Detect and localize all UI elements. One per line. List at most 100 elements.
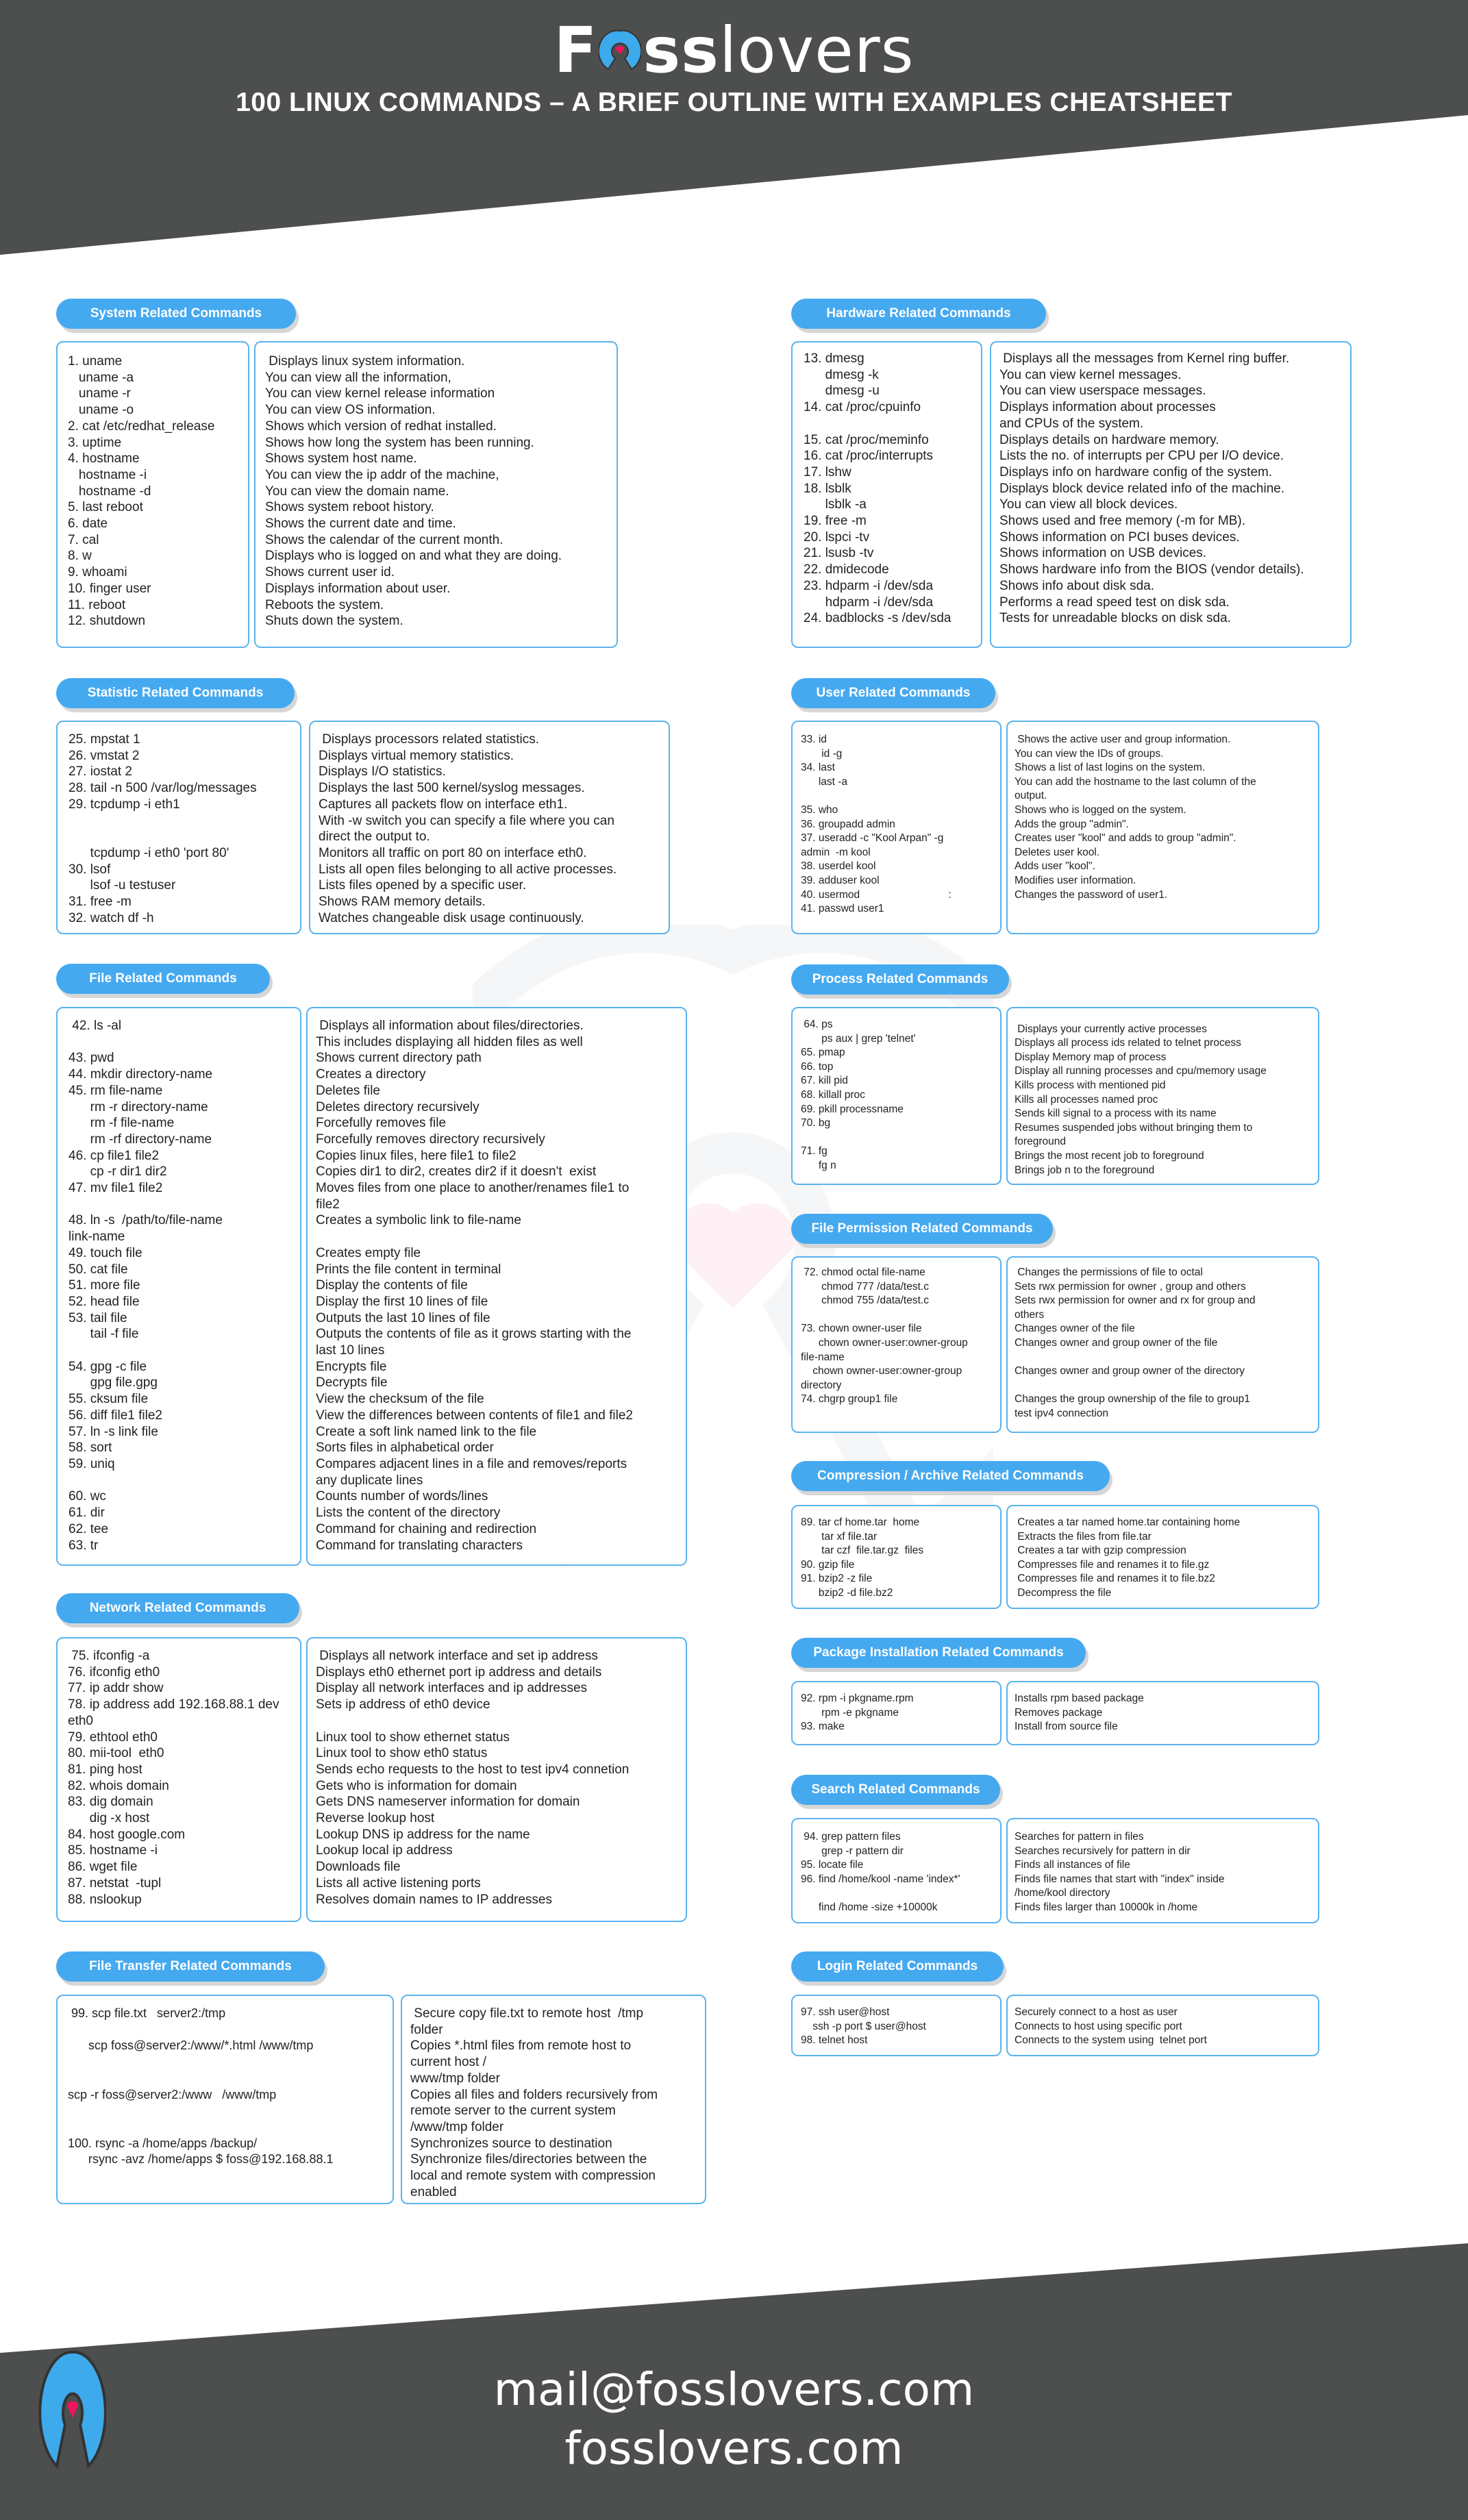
hardware-descriptions-box: Displays all the messages from Kernel ri… <box>990 341 1352 648</box>
command-line: 24. badblocks -s /dev/sda <box>804 611 951 626</box>
command-line: 85. hostname -i <box>68 1843 158 1858</box>
description-line: file2 <box>316 1197 340 1212</box>
command-line: ssh -p port $ user@host <box>801 2020 926 2032</box>
command-line: 43. pwd <box>69 1051 114 1066</box>
statistic-commands-box: 25. mpstat 1 26. vmstat 2 27. iostat 2 28. … <box>56 721 301 934</box>
description-line: Displays eth0 ethernet port ip address a… <box>316 1664 602 1680</box>
command-line: chmod 777 /data/test.c <box>801 1280 929 1293</box>
command-line: 58. sort <box>69 1440 112 1456</box>
command-line: uname -o <box>68 403 134 418</box>
command-line: eth0 <box>68 1713 93 1728</box>
command-line <box>68 2071 393 2087</box>
command-line: rm -rf directory-name <box>69 1132 212 1147</box>
command-line: 77. ip addr show <box>68 1681 164 1696</box>
search-commands-box: 94. grep pattern files grep -r pattern d… <box>791 1818 1002 1923</box>
description-line: Connects to the system using telnet port <box>1015 2034 1207 2047</box>
description-line: You can view kernel messages. <box>999 367 1182 382</box>
command-line: find /home -size +10000k <box>801 1901 938 1913</box>
description-line <box>1015 1351 1318 1365</box>
description-line: Adds user "kool". <box>1015 860 1095 873</box>
description-line: Moves files from one place to another/re… <box>316 1181 630 1196</box>
command-line: 81. ping host <box>68 1762 142 1777</box>
description-line: Prints the file content in terminal <box>316 1262 501 1277</box>
description-line: Shows hardware info from the BIOS (vendo… <box>999 562 1304 577</box>
description-line: You can view all block devices. <box>999 497 1178 512</box>
command-line: 52. head file <box>69 1294 140 1309</box>
file-commands-box: 42. ls -al 43. pwd 44. mkdir directory-na… <box>56 1007 301 1566</box>
command-line: chmod 755 /data/test.c <box>801 1295 929 1307</box>
command-line: 41. passwd user1 <box>801 903 884 915</box>
command-line: 47. mv file1 file2 <box>69 1181 163 1196</box>
network-descriptions-box: Displays all network interface and set i… <box>306 1637 687 1922</box>
section-header-process: Process Related Commands <box>791 964 1009 995</box>
command-line: admin -m kool <box>801 846 871 858</box>
description-line: Decompress the file <box>1015 1586 1112 1599</box>
description-line: Outputs the contents of file as it grows… <box>316 1327 632 1342</box>
description-line: Changes the password of user1. <box>1015 888 1168 901</box>
command-line: 30. lsof <box>69 862 111 877</box>
permission-commands-box: 72. chmod octal file-name chmod 777 /dat… <box>791 1256 1002 1433</box>
command-line: 18. lsblk <box>804 481 851 496</box>
section-header-user: User Related Commands <box>791 678 995 708</box>
website-link[interactable]: fosslovers.com <box>0 2422 1468 2475</box>
description-line: Displays the last 500 kernel/syslog mess… <box>319 781 585 796</box>
command-line: id -g <box>801 747 843 760</box>
description-line: Sends kill signal to a process with its … <box>1015 1108 1217 1120</box>
command-line: 63. tr <box>69 1538 99 1553</box>
command-line: 84. host google.com <box>68 1827 186 1842</box>
compression-descriptions-box: Creates a tar named home.tar containing … <box>1006 1505 1319 1609</box>
description-line: Compresses file and renames it to file.g… <box>1015 1558 1210 1571</box>
description-line: Shows who is logged on the system. <box>1015 803 1186 816</box>
command-line: 100. rsync -a /home/apps /backup/ <box>68 2136 258 2150</box>
process-commands-box: 64. ps ps aux | grep 'telnet' 65. pmap 66.… <box>791 1007 1002 1185</box>
command-line: grep -r pattern dir <box>801 1845 904 1857</box>
command-line: uname -a <box>68 370 134 385</box>
command-line: tar xf file.tar <box>801 1530 878 1543</box>
description-line: Synchronizes source to destination <box>410 2136 612 2151</box>
description-line: Displays information about user. <box>265 581 451 596</box>
description-line: Extracts the files from file.tar <box>1015 1530 1152 1543</box>
command-line: scp -r foss@server2:/www /www/tmp <box>68 2087 277 2101</box>
description-line: Shows info about disk sda. <box>999 578 1155 593</box>
command-line: 78. ip address add 192.168.88.1 dev <box>68 1697 279 1712</box>
command-line: gpg file.gpg <box>69 1375 158 1390</box>
description-line: Changes owner and group owner of the dir… <box>1015 1365 1245 1377</box>
description-line: direct the output to. <box>319 829 430 845</box>
system-commands-box: 1. uname uname -a uname -r uname -o 2. ca… <box>56 341 249 648</box>
command-line: 62. tee <box>69 1521 109 1536</box>
description-line: Displays info on hardware config of the … <box>999 464 1273 479</box>
description-line: Lookup local ip address <box>316 1843 453 1858</box>
description-line: Shows system reboot history. <box>265 500 434 515</box>
description-line: Linux tool to show eth0 status <box>316 1746 488 1761</box>
description-line: Shows how long the system has been runni… <box>265 435 534 450</box>
command-line: uname -r <box>68 386 131 401</box>
command-line: 73. chown owner-user file <box>801 1323 922 1335</box>
description-line: Connects to host using specific port <box>1015 2020 1182 2032</box>
description-line: Displays who is logged on and what they … <box>265 549 562 564</box>
description-line: Shows information on PCI buses devices. <box>999 529 1240 545</box>
command-line: 97. ssh user@host <box>801 2006 890 2018</box>
description-line: folder <box>410 2022 443 2037</box>
command-line <box>68 2103 393 2119</box>
section-header-file: File Related Commands <box>56 964 270 994</box>
description-line: output. <box>1015 790 1047 802</box>
command-line: 2. cat /etc/redhat_release <box>68 419 215 434</box>
command-line: 55. cksum file <box>69 1392 149 1407</box>
command-line: last -a <box>801 775 848 788</box>
description-line <box>1015 1379 1318 1393</box>
description-line: Lists the no. of interrupts per CPU per … <box>999 449 1284 464</box>
contact-email[interactable]: mail@fosslovers.com <box>0 2363 1468 2416</box>
command-line: rm -r directory-name <box>69 1099 208 1114</box>
command-line: 60. wc <box>69 1489 106 1504</box>
search-descriptions-box: Searches for pattern in files Searches re… <box>1006 1818 1319 1923</box>
command-line: 17. lshw <box>804 464 851 479</box>
command-line: 50. cat file <box>69 1262 128 1277</box>
command-line: chown owner-user:owner-group <box>801 1365 962 1377</box>
command-line: 10. finger user <box>68 581 151 596</box>
description-line: View the differences between contents of… <box>316 1408 633 1423</box>
command-line: 23. hdparm -i /dev/sda <box>804 578 934 593</box>
description-line: Shows which version of redhat installed. <box>265 419 497 434</box>
command-line: 72. chmod octal file-name <box>801 1267 925 1278</box>
command-line: lsblk -a <box>804 497 867 512</box>
command-line: 32. watch df -h <box>69 910 154 925</box>
